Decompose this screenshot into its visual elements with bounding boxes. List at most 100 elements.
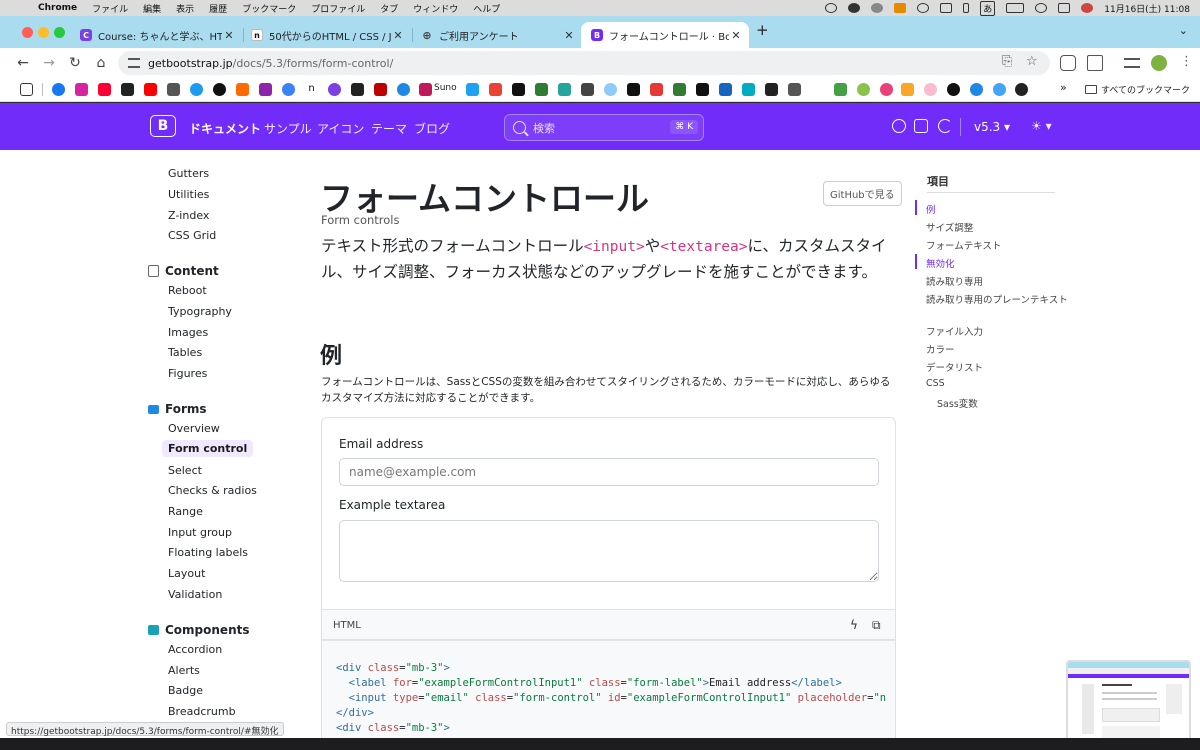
canva-bookmark-icon[interactable] xyxy=(397,83,410,96)
x-bookmark-icon[interactable] xyxy=(121,83,134,96)
forward-arrow-icon[interactable]: → xyxy=(40,54,58,72)
reading-list-icon[interactable] xyxy=(1124,58,1140,68)
menu-app-name[interactable]: Chrome xyxy=(38,3,77,13)
tab-close-icon[interactable]: ✕ xyxy=(562,29,576,42)
tab-close-icon[interactable]: ✕ xyxy=(222,29,236,42)
android-bookmark-icon[interactable] xyxy=(834,83,847,96)
toc-item-readonly-plain[interactable]: 読み取り専用のプレーンテキスト xyxy=(926,292,1068,306)
toc-item-form-text[interactable]: フォームテキスト xyxy=(926,238,1001,252)
copy-clipboard-icon[interactable]: ⧉ xyxy=(872,618,881,633)
back-arrow-icon[interactable]: ← xyxy=(14,54,32,72)
weather-icon[interactable] xyxy=(871,3,884,13)
sidebar-item-figures[interactable]: Figures xyxy=(168,367,207,380)
docs-search-button[interactable]: 検索 ⌘ K xyxy=(504,114,704,141)
bluetooth-icon[interactable] xyxy=(963,3,970,13)
sidebar-item-validation[interactable]: Validation xyxy=(168,588,222,601)
toc-item-css[interactable]: CSS xyxy=(926,378,945,389)
nav-icons[interactable]: アイコン xyxy=(317,120,364,137)
sidebar-item-images[interactable]: Images xyxy=(168,326,208,339)
extensions-puzzle-icon[interactable] xyxy=(1087,55,1103,71)
stackblitz-lightning-icon[interactable]: ϟ xyxy=(850,618,858,632)
camera-bookmark-icon[interactable] xyxy=(581,83,594,96)
bootstrap-logo[interactable]: B xyxy=(150,115,176,137)
threads-bookmark-icon[interactable] xyxy=(213,83,226,96)
vlc-icon[interactable] xyxy=(894,3,907,13)
sidebar-item-utilities[interactable]: Utilities xyxy=(168,188,209,201)
twitter-icon[interactable] xyxy=(914,119,928,133)
menu-history[interactable]: 履歴 xyxy=(209,2,227,15)
toc-item-example[interactable]: 例 xyxy=(926,202,936,216)
sidebar-item-tables[interactable]: Tables xyxy=(168,346,202,359)
window-zoom-button[interactable] xyxy=(54,27,65,38)
app5-bookmark-icon[interactable] xyxy=(765,83,778,96)
nav-examples[interactable]: サンプル xyxy=(264,120,312,137)
menu-bookmarks[interactable]: ブックマーク xyxy=(242,2,296,15)
window-minimize-button[interactable] xyxy=(38,27,49,38)
reload-icon[interactable]: ↻ xyxy=(66,54,84,72)
browser-tab-3[interactable]: ⊕ ご利用アンケート ✕ xyxy=(411,22,582,48)
tab-close-icon[interactable]: ✕ xyxy=(729,29,743,42)
toc-item-sass-variables[interactable]: Sass変数 xyxy=(937,396,978,410)
siri-icon[interactable] xyxy=(1081,3,1094,13)
feedly-bookmark-icon[interactable] xyxy=(673,83,686,96)
sidebar-item-overview[interactable]: Overview xyxy=(168,422,220,435)
menu-help[interactable]: ヘルプ xyxy=(473,2,500,15)
view-on-github-button[interactable]: GitHubで見る xyxy=(823,181,902,206)
sidebar-item-form-control[interactable]: Form control xyxy=(162,440,254,457)
menu-file[interactable]: ファイル xyxy=(92,2,128,15)
toc-item-readonly[interactable]: 読み取り専用 xyxy=(926,274,983,288)
app-bookmark-icon[interactable] xyxy=(512,83,525,96)
bookmark-star-icon[interactable]: ☆ xyxy=(1026,54,1038,69)
github-bookmark-icon[interactable] xyxy=(1015,83,1028,96)
copilot-bookmark-icon[interactable] xyxy=(282,83,295,96)
toc-item-datalist[interactable]: データリスト xyxy=(926,360,983,374)
instagram-bookmark-icon[interactable] xyxy=(75,83,88,96)
amazon-bookmark-icon[interactable] xyxy=(351,83,364,96)
circle-bookmark-icon[interactable] xyxy=(604,83,617,96)
yahoo-bookmark-icon[interactable] xyxy=(98,83,111,96)
sidebar-item-reboot[interactable]: Reboot xyxy=(168,284,207,297)
sidebar-section-content[interactable]: Content xyxy=(148,264,219,278)
toc-item-sizing[interactable]: サイズ調整 xyxy=(926,220,973,234)
capcut-bookmark-icon[interactable] xyxy=(627,83,640,96)
version-dropdown[interactable]: v5.3 ▾ xyxy=(974,120,1010,134)
toc-item-color[interactable]: カラー xyxy=(926,342,955,356)
sidebar-item-select[interactable]: Select xyxy=(168,464,202,477)
menubar-clock[interactable]: 11月16日(土) 11:08 xyxy=(1104,2,1190,15)
ime-indicator[interactable]: あ xyxy=(980,0,996,16)
suno-bookmark-label[interactable]: Suno xyxy=(434,83,457,93)
menu-profile[interactable]: プロファイル xyxy=(311,2,365,15)
app8-bookmark-icon[interactable] xyxy=(880,83,893,96)
new-tab-button[interactable]: + xyxy=(756,21,769,39)
app3-bookmark-icon[interactable] xyxy=(719,83,732,96)
menu-edit[interactable]: 編集 xyxy=(143,2,161,15)
tab-close-icon[interactable]: ✕ xyxy=(391,29,405,42)
sidebar-item-layout[interactable]: Layout xyxy=(168,567,205,580)
github-icon[interactable] xyxy=(892,119,906,133)
wifi-icon[interactable] xyxy=(1035,3,1048,13)
opencollective-icon[interactable] xyxy=(938,119,952,133)
email-input[interactable] xyxy=(339,458,879,486)
menu-tab[interactable]: タブ xyxy=(380,2,398,15)
browser-tab-2[interactable]: n 50代からのHTML / CSS / Java ✕ xyxy=(241,22,411,48)
sidebar-item-z-index[interactable]: Z-index xyxy=(168,209,209,222)
example-textarea[interactable] xyxy=(339,520,879,582)
suno-bookmark-icon[interactable] xyxy=(419,83,432,96)
sidebar-item-gutters[interactable]: Gutters xyxy=(168,167,209,180)
apple-bookmark-icon[interactable] xyxy=(167,83,180,96)
claude-bookmark-icon[interactable] xyxy=(236,83,249,96)
adobe-bookmark-icon[interactable] xyxy=(650,83,663,96)
sidebar-item-range[interactable]: Range xyxy=(168,505,203,518)
sidebar-item-alerts[interactable]: Alerts xyxy=(168,664,200,677)
app10-bookmark-icon[interactable] xyxy=(947,83,960,96)
app2-bookmark-icon[interactable] xyxy=(696,83,709,96)
sidebar-section-forms[interactable]: Forms xyxy=(148,402,207,416)
nav-docs[interactable]: ドキュメント xyxy=(189,120,261,137)
more-bookmarks-icon[interactable]: » xyxy=(1060,81,1067,94)
profile-avatar[interactable] xyxy=(1151,55,1167,71)
sidebar-item-checks-radios[interactable]: Checks & radios xyxy=(168,484,257,497)
px-bookmark-icon[interactable] xyxy=(535,83,548,96)
sidebar-item-breadcrumb[interactable]: Breadcrumb xyxy=(168,705,236,718)
extension-a-icon[interactable] xyxy=(1060,55,1076,71)
menu-window[interactable]: ウィンドウ xyxy=(413,2,458,15)
